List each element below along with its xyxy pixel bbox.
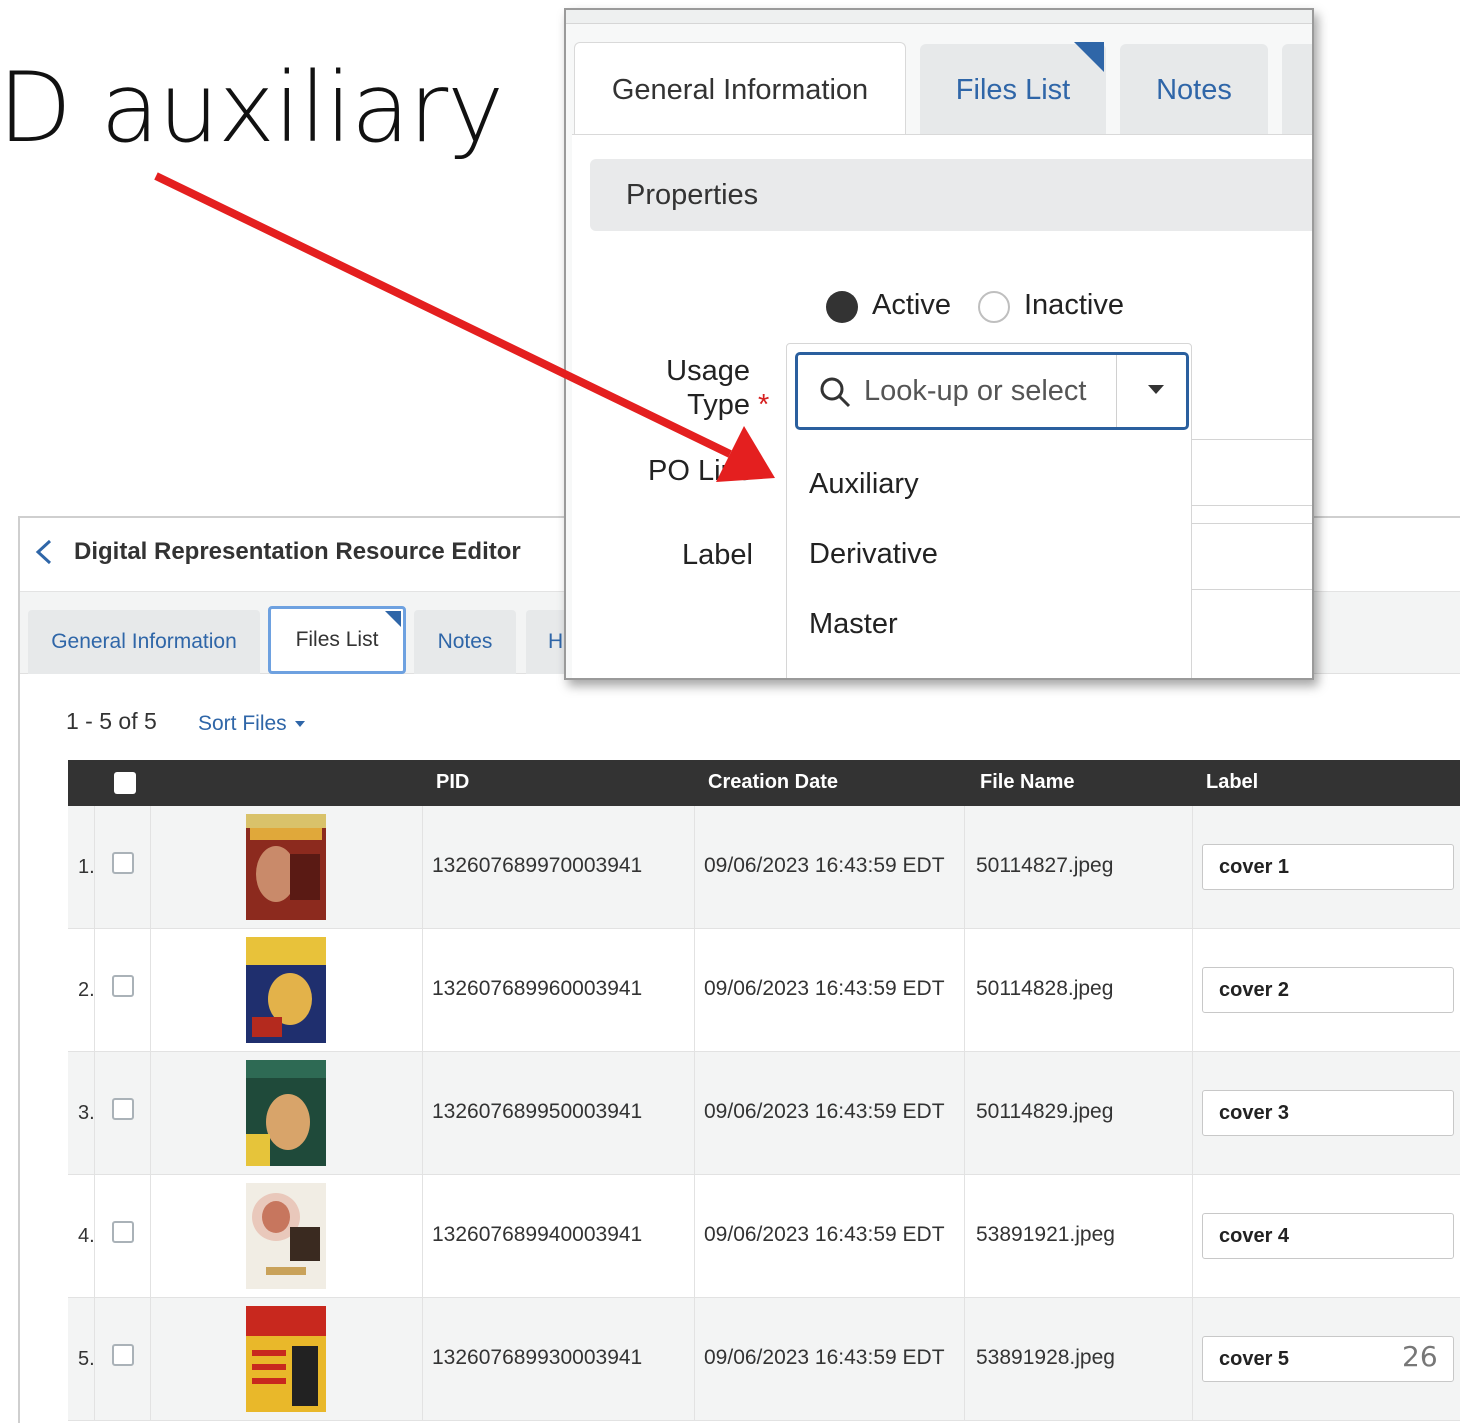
header-creation-date[interactable]: Creation Date [708, 771, 838, 794]
radio-inactive-label: Inactive [1024, 289, 1124, 321]
corner-marker-icon [1074, 42, 1104, 72]
label-input[interactable] [1202, 844, 1454, 890]
row-index: 1. [78, 856, 95, 878]
row-checkbox[interactable] [112, 1221, 134, 1243]
usage-type-lookup[interactable] [795, 352, 1189, 430]
radio-active-label: Active [872, 289, 951, 321]
tab-label: Files List [295, 628, 379, 651]
file-name-cell: 50114829.jpeg [976, 1100, 1114, 1123]
creation-date-cell: 09/06/2023 16:43:59 EDT [704, 1346, 945, 1369]
file-name-cell: 53891928.jpeg [976, 1346, 1115, 1369]
popup-tab-files-list[interactable]: Files List [920, 42, 1106, 136]
table-row[interactable]: 5. 132607689930003941 09/06/2023 16:43:5… [68, 1298, 1460, 1421]
pid-cell: 132607689940003941 [432, 1223, 643, 1246]
required-marker: * [758, 389, 770, 421]
usage-type-popup: General Information Files List Notes Pro… [564, 8, 1314, 680]
pid-cell: 132607689970003941 [432, 854, 643, 877]
field-divider [1186, 439, 1312, 440]
editor-title: Digital Representation Resource Editor [74, 538, 521, 565]
usage-type-dropdown[interactable]: Auxiliary Derivative Master [786, 343, 1192, 678]
field-divider [1186, 589, 1312, 590]
search-icon [820, 377, 851, 408]
header-file-name[interactable]: File Name [980, 771, 1074, 794]
popup-tab-more[interactable] [1282, 44, 1312, 136]
table-row[interactable]: 2. 132607689960003941 09/06/2023 16:43:5… [68, 929, 1460, 1052]
usage-type-label: Usage [666, 355, 750, 387]
po-line-label: PO Line [648, 455, 753, 487]
caret-down-icon [294, 721, 305, 728]
creation-date-cell: 09/06/2023 16:43:59 EDT [704, 854, 945, 877]
popup-tab-notes[interactable]: Notes [1120, 44, 1268, 136]
header-label[interactable]: Label [1206, 771, 1258, 794]
radio-inactive[interactable] [978, 291, 1010, 323]
option-derivative[interactable]: Derivative [809, 538, 938, 571]
tab-notes[interactable]: Notes [414, 610, 516, 674]
properties-section-header: Properties [590, 159, 1312, 231]
caret-down-icon[interactable] [1148, 385, 1164, 394]
tab-files-list[interactable]: Files List [268, 606, 406, 674]
row-index: 2. [78, 979, 95, 1001]
table-row[interactable]: 3. 132607689950003941 09/06/2023 16:43:5… [68, 1052, 1460, 1175]
row-checkbox[interactable] [112, 1344, 134, 1366]
header-pid[interactable]: PID [436, 771, 469, 794]
section-title: Properties [626, 179, 759, 211]
corner-marker-icon [385, 611, 401, 627]
label-input[interactable] [1202, 1090, 1454, 1136]
cover-thumbnail[interactable] [246, 937, 326, 1043]
slide-title: D auxiliary [0, 52, 504, 164]
cover-thumbnail[interactable] [246, 1060, 326, 1166]
tab-label: Notes [437, 630, 493, 653]
popup-tab-general-information[interactable]: General Information [574, 42, 906, 138]
label-input[interactable] [1202, 967, 1454, 1013]
creation-date-cell: 09/06/2023 16:43:59 EDT [704, 1100, 945, 1123]
usage-type-label-2: Type [687, 389, 750, 421]
row-index: 5. [78, 1348, 95, 1370]
label-input[interactable] [1202, 1213, 1454, 1259]
pid-cell: 132607689930003941 [432, 1346, 643, 1369]
cover-thumbnail[interactable] [246, 1183, 326, 1289]
field-divider [1186, 505, 1312, 506]
tab-label: Files List [955, 73, 1071, 106]
radio-active[interactable] [826, 291, 858, 323]
field-divider [1186, 523, 1312, 524]
sort-files-dropdown[interactable]: Sort Files [198, 712, 305, 736]
cover-thumbnail[interactable] [246, 1306, 326, 1412]
file-name-cell: 53891921.jpeg [976, 1223, 1115, 1246]
option-auxiliary[interactable]: Auxiliary [809, 468, 919, 501]
label-field-label: Label [682, 539, 753, 571]
creation-date-cell: 09/06/2023 16:43:59 EDT [704, 977, 945, 1000]
chevron-left-icon[interactable] [32, 538, 56, 566]
option-master[interactable]: Master [809, 608, 898, 641]
slide-number: 26 [1402, 1340, 1438, 1373]
cover-thumbnail[interactable] [246, 814, 326, 920]
file-name-cell: 50114828.jpeg [976, 977, 1114, 1000]
file-name-cell: 50114827.jpeg [976, 854, 1114, 877]
row-checkbox[interactable] [112, 852, 134, 874]
select-all-checkbox[interactable] [114, 772, 136, 794]
usage-type-input[interactable] [864, 369, 1114, 413]
pid-cell: 132607689960003941 [432, 977, 643, 1000]
files-table-header: PID Creation Date File Name Label [68, 760, 1460, 806]
creation-date-cell: 09/06/2023 16:43:59 EDT [704, 1223, 945, 1246]
popup-body: Properties Active Inactive Usage Type * … [572, 134, 1312, 678]
result-count: 1 - 5 of 5 [66, 708, 157, 734]
table-row[interactable]: 1. 132607689970003941 09/06/2023 16:43:5… [68, 806, 1460, 929]
tab-label: General Information [51, 630, 237, 653]
tab-label: Notes [1156, 73, 1232, 106]
pid-cell: 132607689950003941 [432, 1100, 643, 1123]
tab-general-information[interactable]: General Information [28, 610, 260, 674]
tab-label: H [548, 630, 564, 653]
row-index: 4. [78, 1225, 95, 1247]
row-checkbox[interactable] [112, 975, 134, 997]
tab-label: General Information [611, 74, 869, 106]
row-checkbox[interactable] [112, 1098, 134, 1120]
sort-files-label: Sort Files [198, 712, 287, 735]
table-row[interactable]: 4. 132607689940003941 09/06/2023 16:43:5… [68, 1175, 1460, 1298]
row-index: 3. [78, 1102, 95, 1124]
